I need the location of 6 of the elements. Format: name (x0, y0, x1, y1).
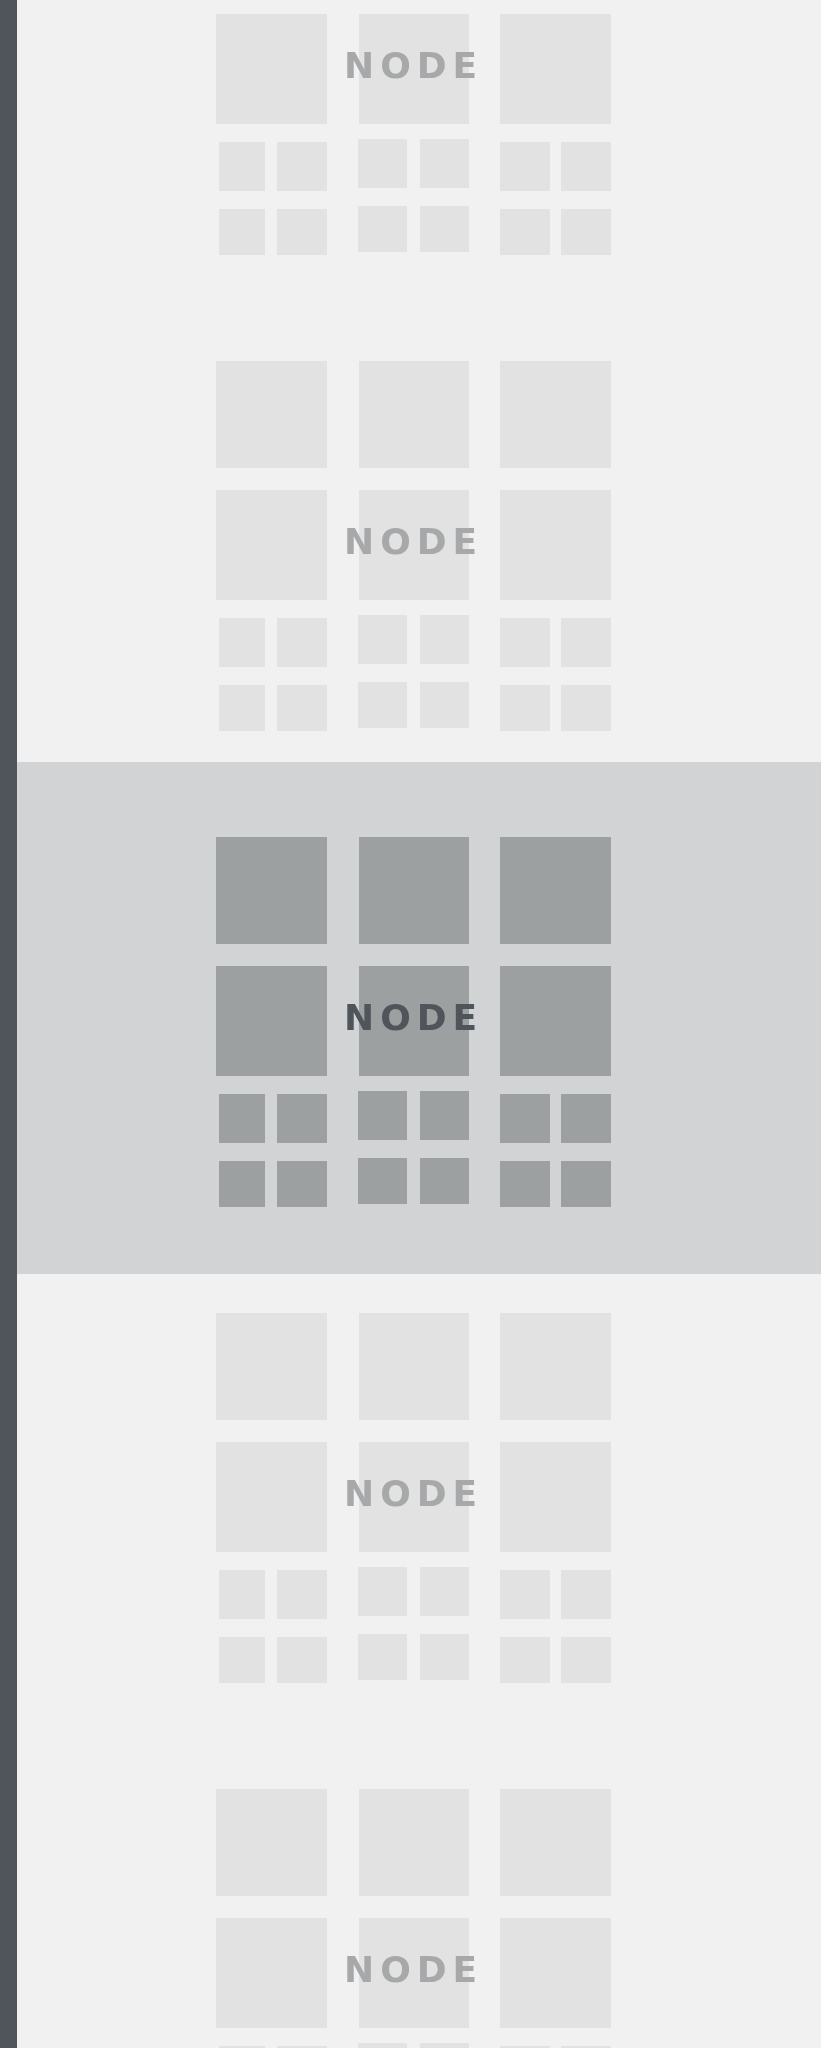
node-label: NODE (344, 46, 484, 86)
node-label: NODE (344, 1950, 484, 1990)
node-label: NODE (344, 998, 484, 1038)
node-label: NODE (344, 522, 484, 562)
node-item[interactable]: NODE (17, 762, 821, 1274)
node-label: NODE (344, 1474, 484, 1514)
